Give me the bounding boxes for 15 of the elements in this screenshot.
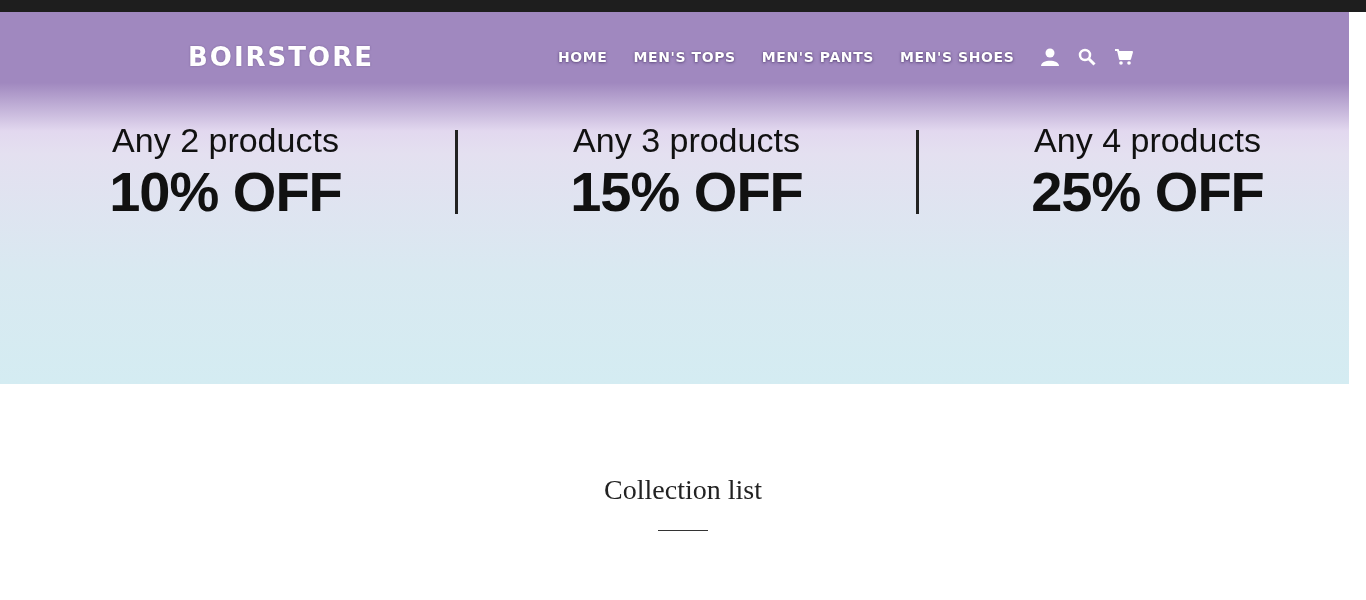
account-icon[interactable] [1040, 47, 1061, 67]
nav-link[interactable]: MEN'S SHOES [900, 49, 1015, 65]
nav-link[interactable]: MEN'S PANTS [761, 49, 874, 65]
section-title: Collection list [604, 474, 762, 506]
store-logo[interactable]: BOIRSTORE [188, 42, 558, 72]
offer-condition: Any 2 products [112, 120, 339, 160]
offer-discount: 15% OFF [570, 160, 803, 224]
offer-discount: 25% OFF [1031, 160, 1264, 224]
search-icon[interactable] [1078, 48, 1097, 66]
offer-condition: Any 4 products [1034, 120, 1261, 160]
nav-link[interactable]: MEN'S TOPS [633, 49, 736, 65]
cart-icon[interactable] [1114, 48, 1135, 66]
nav-link[interactable]: HOME [558, 49, 608, 65]
offer-discount: 10% OFF [109, 160, 342, 224]
offer-condition: Any 3 products [573, 120, 800, 160]
